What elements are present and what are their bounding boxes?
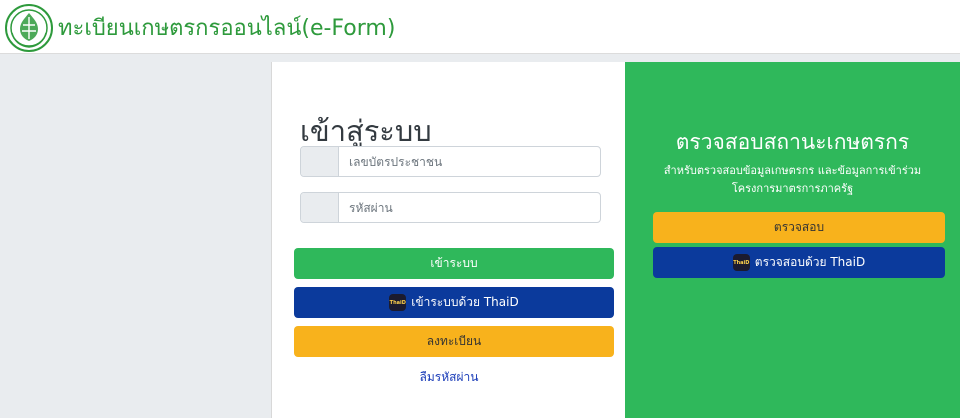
top-navbar: ทะเบียนเกษตรกรออนไลน์(e-Form) xyxy=(0,0,960,54)
login-thaid-button[interactable]: ThaiD เข้าระบบด้วย ThaiD xyxy=(294,287,614,318)
check-thaid-button[interactable]: ThaiD ตรวจสอบด้วย ThaiD xyxy=(653,247,945,278)
ministry-seal-icon[interactable] xyxy=(4,3,54,53)
forgot-password-link[interactable]: ลืมรหัสผ่าน xyxy=(272,368,626,387)
id-card-field xyxy=(300,146,601,177)
check-button-label: ตรวจสอบ xyxy=(773,220,825,234)
check-thaid-label: ตรวจสอบด้วย ThaiD xyxy=(754,255,866,269)
login-thaid-label: เข้าระบบด้วย ThaiD xyxy=(411,295,519,309)
id-card-addon xyxy=(301,147,339,176)
check-button[interactable]: ตรวจสอบ xyxy=(653,212,945,243)
password-addon xyxy=(301,193,339,222)
id-card-input[interactable] xyxy=(339,147,600,176)
thaid-icon: ThaiD xyxy=(732,254,750,271)
register-button[interactable]: ลงทะเบียน xyxy=(294,326,614,357)
password-input[interactable] xyxy=(339,193,600,222)
login-button[interactable]: เข้าระบบ xyxy=(294,248,614,279)
status-check-subtitle: สำหรับตรวจสอบข้อมูลเกษตรกร และข้อมูลการเ… xyxy=(663,164,922,195)
status-check-panel: ตรวจสอบสถานะเกษตรกร สำหรับตรวจสอบข้อมูลเ… xyxy=(625,62,960,418)
site-title[interactable]: ทะเบียนเกษตรกรออนไลน์(e-Form) xyxy=(58,10,395,45)
login-button-label: เข้าระบบ xyxy=(430,256,478,270)
status-check-title: ตรวจสอบสถานะเกษตรกร xyxy=(675,130,910,154)
thaid-icon: ThaiD xyxy=(389,294,407,311)
password-field xyxy=(300,192,601,223)
login-panel: เข้าสู่ระบบ เข้าระบบ ThaiD เข้าระบบด้วย … xyxy=(271,62,625,418)
register-button-label: ลงทะเบียน xyxy=(426,334,482,348)
